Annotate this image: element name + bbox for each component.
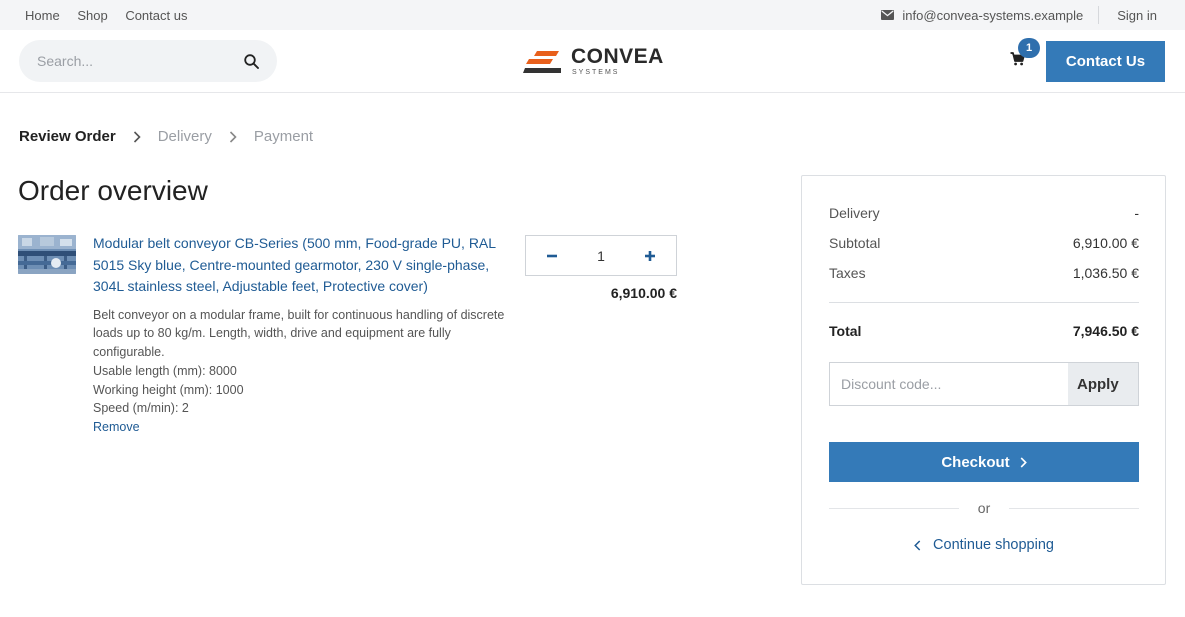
email-text: info@convea-systems.example xyxy=(902,7,1084,23)
product-spec-height: Working height (mm): 1000 xyxy=(93,382,244,397)
site-header: CONVEA SYSTEMS 1 Contact Us xyxy=(0,30,1185,93)
cart-item-details: Modular belt conveyor CB-Series (500 mm,… xyxy=(93,233,508,436)
checkout-label: Checkout xyxy=(941,453,1010,471)
or-line-right xyxy=(1009,507,1140,509)
nav-shop-link[interactable]: Shop xyxy=(77,8,107,23)
top-right-group: info@convea-systems.example Sign in xyxy=(881,6,1157,24)
chevron-right-icon xyxy=(1020,456,1027,468)
cart-count-badge: 1 xyxy=(1018,38,1040,58)
site-logo[interactable]: CONVEA SYSTEMS xyxy=(523,43,664,79)
remove-item-link[interactable]: Remove xyxy=(93,420,140,434)
discount-code-input[interactable] xyxy=(830,363,1068,405)
conveyor-product-image xyxy=(18,235,76,274)
summary-divider xyxy=(829,302,1139,303)
delivery-value: - xyxy=(1134,205,1139,221)
sign-in-link[interactable]: Sign in xyxy=(1117,8,1157,23)
subtotal-value: 6,910.00 € xyxy=(1072,235,1139,251)
discount-code-form: Apply xyxy=(829,362,1139,406)
delivery-label: Delivery xyxy=(829,205,880,221)
or-text: or xyxy=(977,500,991,516)
chevron-left-icon xyxy=(914,539,921,551)
search-button[interactable] xyxy=(244,53,259,69)
top-utility-bar: Home Shop Contact us info@convea-systems… xyxy=(0,0,1185,30)
quantity-stepper: 1 xyxy=(525,235,677,276)
delivery-row: Delivery - xyxy=(829,205,1139,221)
or-separator: or xyxy=(829,500,1140,516)
continue-shopping-link[interactable]: Continue shopping xyxy=(829,537,1139,553)
total-label: Total xyxy=(829,323,862,339)
topbar-divider xyxy=(1098,6,1100,24)
product-title-link[interactable]: Modular belt conveyor CB-Series (500 mm,… xyxy=(93,233,508,298)
product-spec-speed: Speed (m/min): 2 xyxy=(93,401,189,416)
search-input[interactable] xyxy=(37,53,227,69)
decrease-quantity-button[interactable] xyxy=(546,250,558,262)
chevron-right-icon xyxy=(133,130,141,143)
increase-quantity-button[interactable] xyxy=(644,250,656,262)
taxes-label: Taxes xyxy=(829,265,866,281)
total-value: 7,946.50 € xyxy=(1072,323,1139,339)
total-row: Total 7,946.50 € xyxy=(829,323,1139,339)
minus-icon xyxy=(547,254,557,257)
logo-mark-icon xyxy=(523,51,561,73)
or-line-left xyxy=(829,507,959,509)
top-nav: Home Shop Contact us xyxy=(25,8,201,23)
email-contact[interactable]: info@convea-systems.example xyxy=(881,8,1083,23)
checkout-button[interactable]: Checkout xyxy=(829,442,1139,482)
product-description: Belt conveyor on a modular frame, built … xyxy=(93,307,505,360)
apply-discount-button[interactable]: Apply xyxy=(1068,363,1138,405)
plus-icon xyxy=(644,250,655,261)
nav-contact-link[interactable]: Contact us xyxy=(125,8,187,23)
envelope-icon xyxy=(881,10,895,20)
logo-brand: CONVEA xyxy=(571,45,664,68)
logo-subtitle: SYSTEMS xyxy=(572,69,620,76)
step-review-order: Review Order xyxy=(19,128,116,145)
contact-us-button[interactable]: Contact Us xyxy=(1046,41,1165,82)
page-title: Order overview xyxy=(18,175,208,206)
order-summary-card: Delivery - Subtotal 6,910.00 € Taxes 1,0… xyxy=(801,175,1166,585)
step-payment[interactable]: Payment xyxy=(254,128,313,145)
search-box xyxy=(19,40,277,82)
search-icon xyxy=(244,53,259,69)
subtotal-label: Subtotal xyxy=(829,235,881,251)
taxes-value: 1,036.50 € xyxy=(1072,265,1139,281)
product-thumbnail[interactable] xyxy=(18,235,76,274)
continue-shopping-label: Continue shopping xyxy=(933,537,1054,553)
logo-text: CONVEA SYSTEMS xyxy=(571,46,664,76)
nav-home-link[interactable]: Home xyxy=(25,8,60,23)
checkout-steps-breadcrumb: Review Order Delivery Payment xyxy=(19,128,313,145)
taxes-row: Taxes 1,036.50 € xyxy=(829,265,1139,281)
chevron-right-icon xyxy=(229,130,237,143)
step-delivery[interactable]: Delivery xyxy=(158,128,212,145)
quantity-value[interactable]: 1 xyxy=(597,248,605,264)
product-spec-length: Usable length (mm): 8000 xyxy=(93,363,237,378)
cart-button[interactable]: 1 xyxy=(1010,38,1040,70)
subtotal-row: Subtotal 6,910.00 € xyxy=(829,235,1139,251)
line-item-price: 6,910.00 € xyxy=(610,285,677,301)
